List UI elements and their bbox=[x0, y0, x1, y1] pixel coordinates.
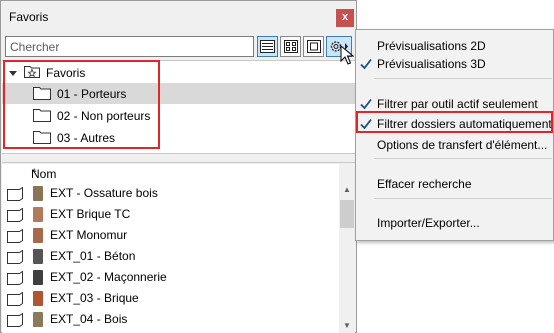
scroll-up-icon[interactable]: ▲ bbox=[339, 182, 355, 198]
material-swatch-icon bbox=[33, 186, 43, 201]
menu-item-6[interactable]: Effacer recherche bbox=[377, 177, 472, 191]
mouse-cursor-icon bbox=[340, 45, 354, 65]
menu-item-5[interactable]: Options de transfert d'élément... bbox=[377, 138, 547, 152]
list-scrollbar[interactable]: ▲ ▼ bbox=[339, 164, 355, 333]
list-item[interactable]: EXT Monomur bbox=[2, 225, 342, 246]
list-item-label: EXT_04 - Bois bbox=[50, 312, 128, 326]
list-item[interactable]: EXT_02 - Maçonnerie bbox=[2, 267, 342, 288]
pane-splitter[interactable] bbox=[2, 153, 355, 163]
item-folder-icon bbox=[7, 228, 23, 243]
list-item[interactable]: EXT_01 - Béton bbox=[2, 246, 342, 267]
grid-view-icon bbox=[283, 40, 298, 53]
menu-separator bbox=[374, 198, 552, 199]
menu-separator bbox=[374, 78, 552, 79]
title-bar[interactable]: Favoris x bbox=[1, 1, 356, 33]
list-item-label: EXT Monomur bbox=[50, 228, 128, 242]
list-item[interactable]: EXT_04 - Bois bbox=[2, 309, 342, 330]
checkmark-icon bbox=[360, 58, 372, 70]
list-item-label: EXT - Ossature bois bbox=[50, 186, 158, 200]
single-preview-icon bbox=[306, 40, 321, 53]
item-folder-icon bbox=[7, 186, 23, 201]
scroll-down-icon[interactable]: ▼ bbox=[339, 318, 355, 333]
list-item[interactable]: EXT - Ossature bois bbox=[2, 183, 342, 204]
menu-separator bbox=[374, 158, 552, 159]
item-folder-icon bbox=[7, 207, 23, 222]
settings-context-menu: Prévisualisations 2D Prévisualisations 3D… bbox=[355, 29, 554, 241]
material-swatch-icon bbox=[33, 270, 43, 285]
column-header-label: Nom bbox=[31, 167, 57, 181]
menu-item-3[interactable]: Filtrer par outil actif seulement bbox=[377, 97, 538, 111]
item-folder-icon bbox=[7, 291, 23, 306]
menu-item-1[interactable]: Prévisualisations 2D bbox=[377, 39, 486, 53]
favorites-palette: Favoris x Chercher Favoris 01 - Porteurs… bbox=[0, 0, 357, 333]
item-folder-icon bbox=[7, 312, 23, 327]
item-folder-icon bbox=[7, 270, 23, 285]
checkmark-icon bbox=[360, 98, 372, 110]
material-swatch-icon bbox=[33, 249, 43, 264]
list-item[interactable]: EXT Brique TC bbox=[2, 204, 342, 225]
folders-highlight-box bbox=[3, 60, 160, 149]
material-swatch-icon bbox=[33, 228, 43, 243]
material-swatch-icon bbox=[33, 312, 43, 327]
menu-highlight-box bbox=[356, 111, 553, 133]
material-swatch-icon bbox=[33, 207, 43, 222]
preview-view-button[interactable] bbox=[303, 36, 324, 57]
list-view-button[interactable] bbox=[257, 36, 278, 57]
favorites-list: ▲ Nom EXT - Ossature bois EXT Brique TC EX… bbox=[2, 164, 355, 333]
material-swatch-icon bbox=[33, 291, 43, 306]
item-folder-icon bbox=[7, 249, 23, 264]
scroll-thumb[interactable] bbox=[340, 200, 354, 228]
search-input[interactable] bbox=[5, 36, 254, 57]
list-item[interactable]: EXT_03 - Brique bbox=[2, 288, 342, 309]
menu-item-7[interactable]: Importer/Exporter... bbox=[377, 216, 480, 230]
column-header-nom[interactable]: ▲ Nom bbox=[2, 164, 342, 182]
close-button[interactable]: x bbox=[336, 9, 354, 27]
menu-item-2[interactable]: Prévisualisations 3D bbox=[377, 57, 486, 71]
list-item-label: EXT_01 - Béton bbox=[50, 249, 136, 263]
grid-view-button[interactable] bbox=[280, 36, 301, 57]
list-view-icon bbox=[260, 40, 275, 53]
list-item-label: EXT_03 - Brique bbox=[50, 291, 139, 305]
palette-title: Favoris bbox=[9, 10, 49, 24]
list-item-label: EXT_02 - Maçonnerie bbox=[50, 270, 167, 284]
list-item-label: EXT Brique TC bbox=[50, 207, 131, 221]
